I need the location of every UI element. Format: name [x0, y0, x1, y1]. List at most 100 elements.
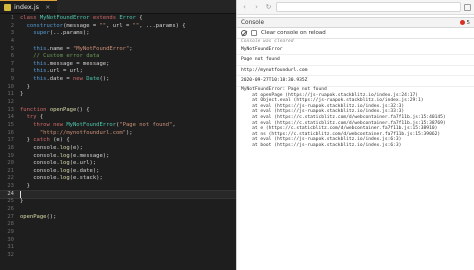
line-number: 29	[7, 228, 14, 235]
line-number: 28	[7, 221, 14, 228]
console-message: MyNotFoundError	[237, 45, 474, 56]
code-line[interactable]: 6 // Custom error data	[0, 53, 236, 61]
line-number: 19	[7, 152, 14, 159]
line-number: 12	[7, 99, 14, 106]
code-line[interactable]: 12	[0, 99, 236, 107]
code-token: new	[73, 76, 87, 83]
code-token: }	[20, 91, 24, 98]
close-tab-icon[interactable]: ×	[45, 3, 50, 11]
line-text: class MyNotFoundError extends Error {	[20, 15, 143, 23]
url-input[interactable]	[276, 2, 461, 12]
code-token: "Page not found"	[119, 121, 173, 128]
code-line[interactable]: 7 this.message = message;	[0, 61, 236, 69]
line-number: 10	[7, 83, 14, 90]
console-message: at eval (https://c.staticblitz.com/d/web…	[241, 114, 446, 120]
line-number: 6	[10, 53, 14, 60]
code-line[interactable]: 1 class MyNotFoundError extends Error {	[0, 15, 236, 23]
reload-button[interactable]: ↻	[264, 3, 273, 12]
line-number: 30	[7, 236, 14, 243]
code-token: );	[125, 129, 133, 136]
code-line[interactable]: 11}	[0, 91, 236, 99]
code-token: console.	[20, 144, 60, 151]
clear-on-reload-checkbox[interactable]	[251, 30, 257, 36]
line-text: constructor(message = "", url = "", ...p…	[20, 23, 186, 31]
code-line[interactable]: 5 this.name = "MyNotFoundError";	[0, 46, 236, 54]
code-line[interactable]: 3 super(...params);	[0, 30, 236, 38]
code-editor[interactable]: index.js × 1 class MyNotFoundError extend…	[0, 0, 236, 270]
code-line[interactable]: 30	[0, 237, 236, 245]
code-line[interactable]: 26	[0, 206, 236, 214]
forward-button[interactable]: ›	[252, 3, 261, 12]
devtools-header: Console 5	[237, 17, 474, 28]
code-line[interactable]: 10 }	[0, 84, 236, 92]
back-button[interactable]: ‹	[240, 3, 249, 12]
code-line[interactable]: 8 this.url = url;	[0, 68, 236, 76]
code-line[interactable]: 20 console.log(e.url);	[0, 160, 236, 168]
editor-tab-bar: index.js ×	[0, 0, 236, 14]
line-text: this.date = new Date();	[20, 76, 109, 84]
line-number: 25	[7, 198, 14, 205]
code-line[interactable]: 9 this.date = new Date();	[0, 76, 236, 84]
code-token: ;	[129, 45, 133, 52]
open-in-new-window-icon[interactable]	[464, 3, 471, 11]
error-counter[interactable]: 5	[459, 19, 471, 26]
code-line[interactable]: 4	[0, 38, 236, 46]
code-token: (e.stack);	[69, 175, 103, 182]
code-token: log	[59, 144, 70, 151]
clear-console-icon[interactable]	[241, 30, 247, 36]
line-text: function openPage() {	[20, 107, 90, 115]
code-line[interactable]: 19 console.log(e.message);	[0, 153, 236, 161]
line-text: throw new MyNotFoundError("Page not foun…	[20, 121, 175, 130]
console-toolbar: Clear console on reload	[237, 28, 474, 39]
line-number: 4	[10, 37, 14, 44]
code-line[interactable]: 25}	[0, 198, 236, 206]
code-line[interactable]: 31	[0, 244, 236, 252]
code-line[interactable]: 29	[0, 229, 236, 237]
console-output: Console was cleared MyNotFoundError Page n…	[237, 39, 474, 149]
line-number: 27	[7, 213, 14, 220]
code-token: .date =	[46, 76, 73, 83]
line-number: 13	[7, 106, 14, 113]
console-message: at boot (https://js-ruapok.stackblitz.io…	[241, 142, 402, 148]
code-line[interactable]: 13 function openPage() {	[0, 107, 236, 115]
line-number: 16	[7, 129, 14, 136]
line-number: 31	[7, 244, 14, 251]
line-number: 11	[7, 91, 14, 98]
code-line[interactable]: 24	[0, 189, 236, 200]
line-text	[20, 190, 21, 199]
line-number: 17	[7, 137, 14, 144]
error-count: 5	[466, 19, 471, 26]
devtools-title[interactable]: Console	[241, 20, 264, 26]
line-number: 23	[7, 183, 14, 190]
line-text: super(...params);	[20, 30, 89, 38]
line-number: 32	[7, 251, 14, 258]
code-line[interactable]: 16 "http://mynotfoundurl.com");	[0, 130, 236, 138]
line-text: }	[20, 84, 30, 92]
code-line[interactable]: 14 try {	[0, 114, 236, 122]
code-token: console.	[20, 160, 60, 167]
javascript-file-icon	[4, 3, 11, 11]
code-line[interactable]: 2 constructor(message = "", url = "", ..…	[0, 23, 236, 31]
line-text: } catch (e) {	[20, 137, 70, 145]
code-lines[interactable]: 1 class MyNotFoundError extends Error {2 …	[0, 14, 236, 260]
code-token: console.	[20, 167, 60, 174]
code-line[interactable]: 18 console.log(e);	[0, 145, 236, 153]
code-line[interactable]: 21 console.log(e.date);	[0, 168, 236, 176]
code-token: ();	[46, 213, 57, 220]
code-line[interactable]: 15 throw new MyNotFoundError("Page not f…	[0, 122, 236, 130]
code-line[interactable]: 23 }	[0, 183, 236, 191]
code-line[interactable]: 32	[0, 252, 236, 260]
code-line[interactable]: 17 } catch (e) {	[0, 137, 236, 145]
code-line[interactable]: 27 openPage();	[0, 214, 236, 222]
code-line[interactable]: 22 console.log(e.stack);	[0, 175, 236, 183]
code-token: }	[20, 137, 34, 144]
code-line[interactable]: 28	[0, 221, 236, 229]
editor-tab-index-js[interactable]: index.js ×	[0, 0, 57, 13]
code-token: log	[59, 160, 70, 167]
code-token: this	[33, 76, 47, 83]
